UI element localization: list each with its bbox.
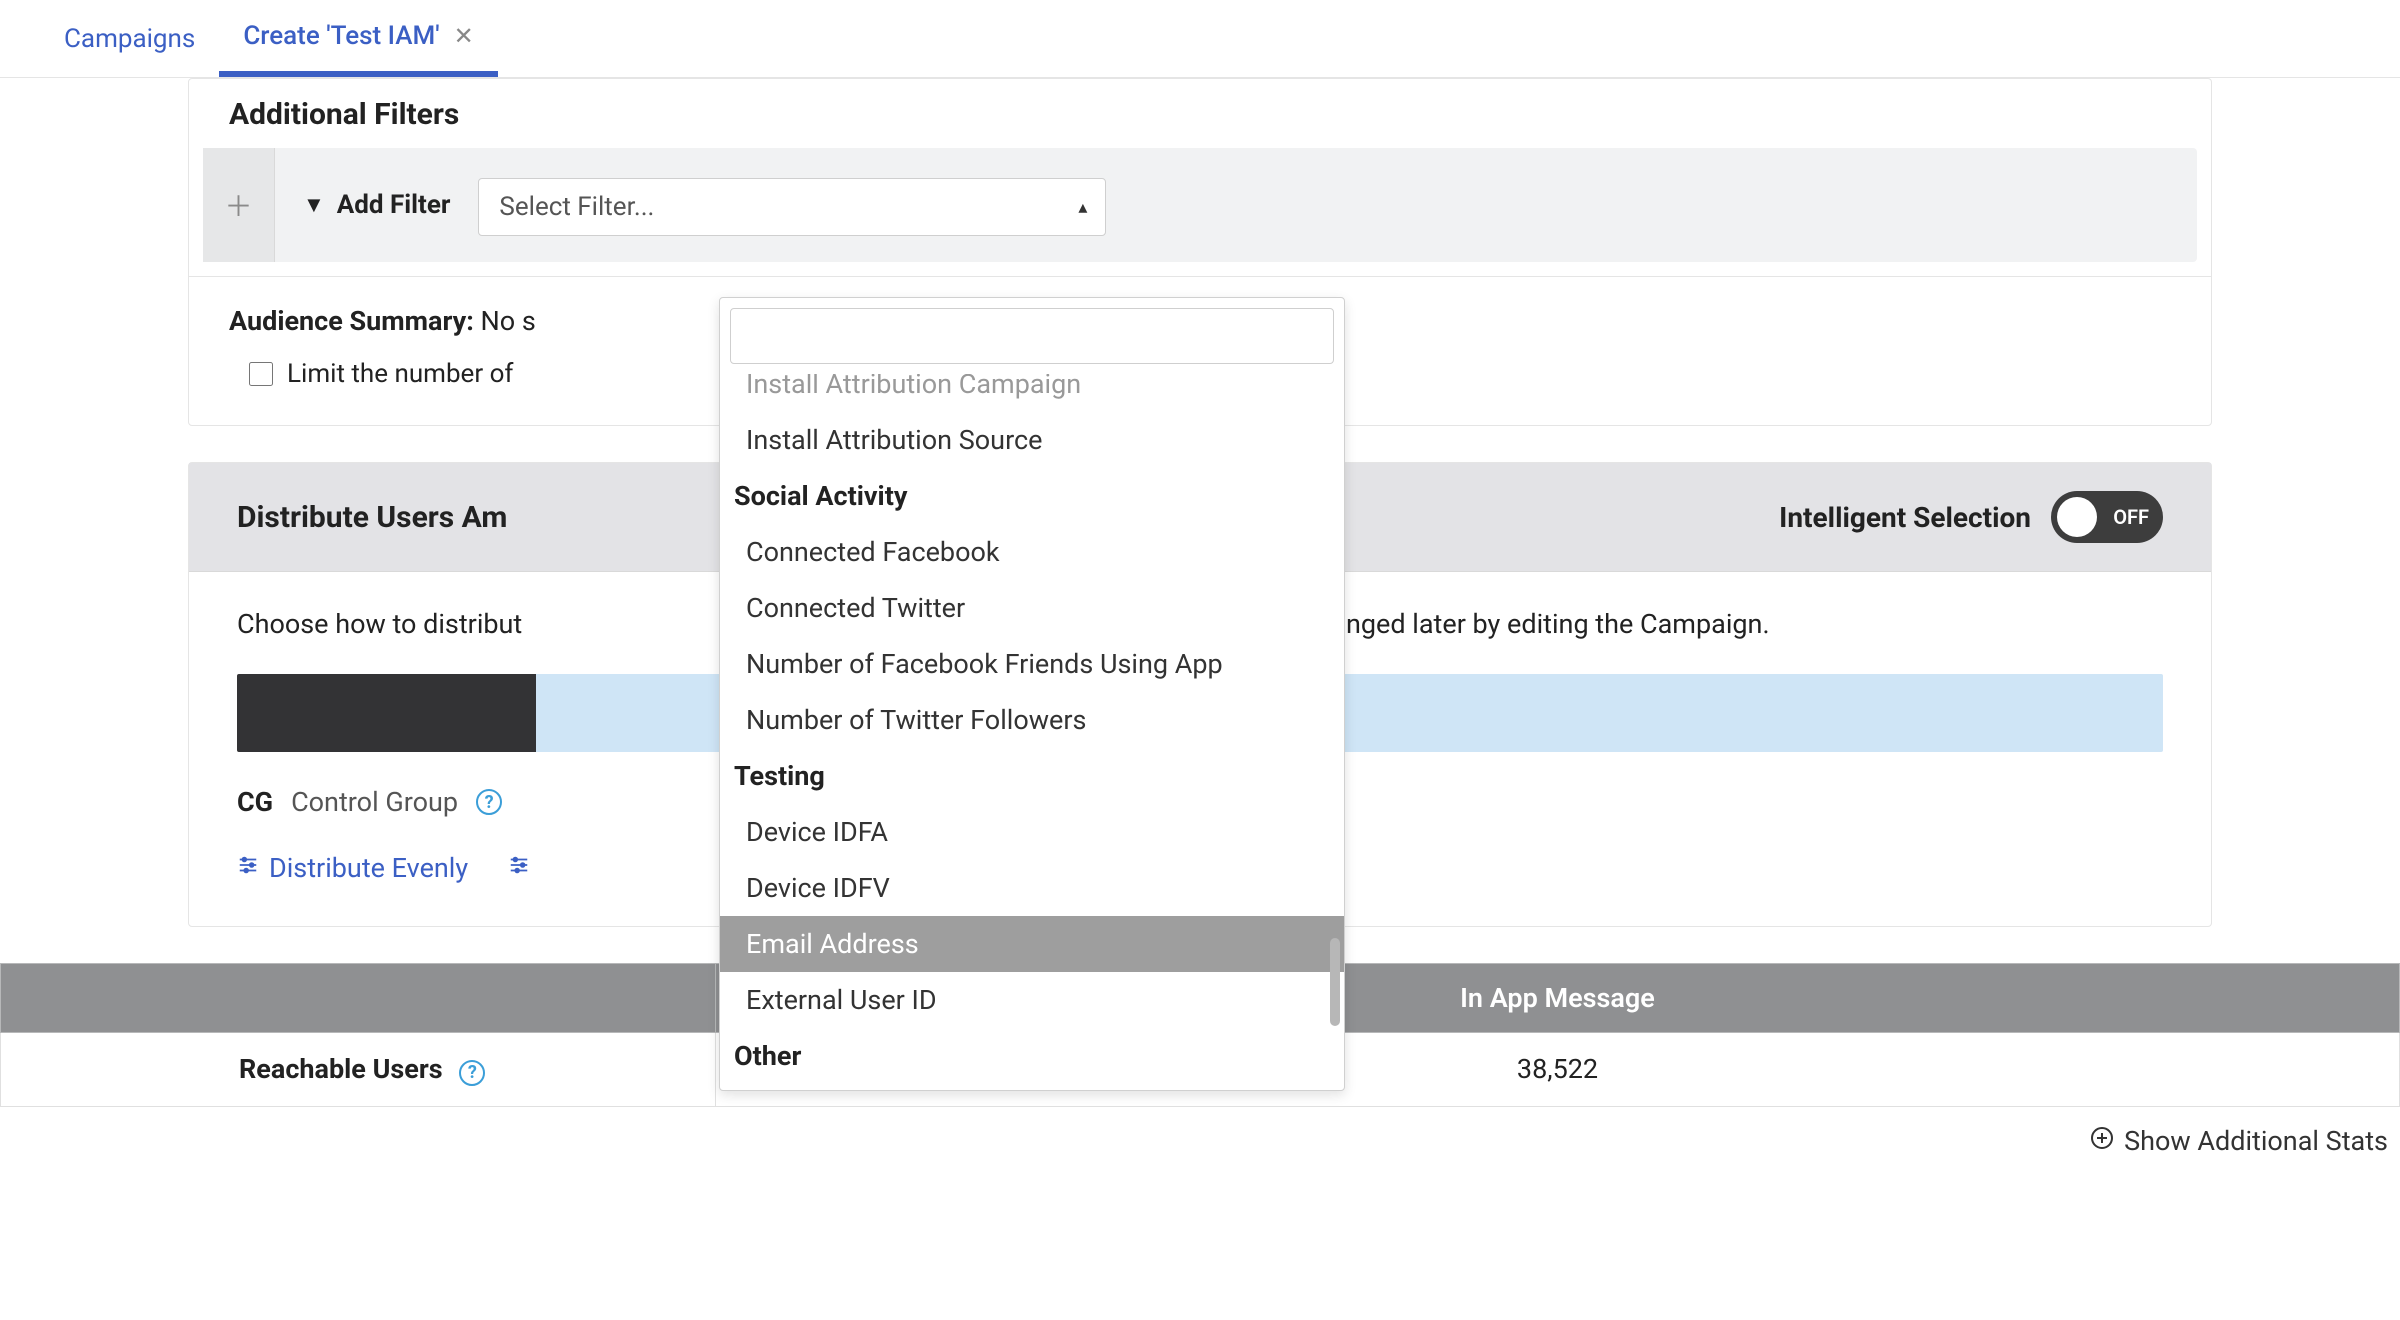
show-additional-stats-text: Show Additional Stats (2124, 1125, 2388, 1157)
dropdown-group-testing: Testing (720, 748, 1344, 804)
filters-card: Additional Filters ＋ ▼ Add Filter Select… (188, 78, 2212, 426)
add-filter-plus-button[interactable]: ＋ (203, 148, 275, 262)
help-icon[interactable]: ? (459, 1060, 485, 1086)
dropdown-group-other: Other (720, 1028, 1344, 1084)
filter-select[interactable]: Select Filter... ▴ (478, 178, 1106, 236)
limit-checkbox[interactable] (249, 362, 273, 386)
limit-label: Limit the number of (287, 359, 513, 389)
distribute-evenly-link[interactable]: Distribute Evenly (237, 852, 468, 884)
intelligent-selection-toggle[interactable]: OFF (2051, 491, 2163, 543)
dropdown-item-connected-facebook[interactable]: Connected Facebook (720, 524, 1344, 580)
filter-row: ＋ ▼ Add Filter Select Filter... ▴ (203, 148, 2197, 262)
toggle-knob (2057, 497, 2097, 537)
dropdown-item-connected-twitter[interactable]: Connected Twitter (720, 580, 1344, 636)
dropdown-group-social: Social Activity (720, 468, 1344, 524)
tab-create-iam[interactable]: Create 'Test IAM' ✕ (219, 0, 497, 77)
dropdown-item-install-attr-source[interactable]: Install Attribution Source (720, 412, 1344, 468)
tab-campaigns-label: Campaigns (64, 24, 195, 54)
intelligent-selection-wrap: Intelligent Selection OFF (1779, 491, 2163, 543)
distribute-second-link[interactable] (508, 852, 530, 884)
filters-title: Additional Filters (229, 97, 2211, 132)
toggle-state-text: OFF (2113, 505, 2149, 529)
tab-campaigns[interactable]: Campaigns (40, 0, 219, 77)
control-group-badge: CG (237, 786, 273, 818)
distribute-desc-left: Choose how to distribut (237, 608, 522, 640)
dropdown-item-email-address[interactable]: Email Address (720, 916, 1344, 972)
dropdown-item-device-idfv[interactable]: Device IDFV (720, 860, 1344, 916)
reachable-users-text: Reachable Users (239, 1053, 443, 1085)
dropdown-item-device-idfa[interactable]: Device IDFA (720, 804, 1344, 860)
tab-create-label: Create 'Test IAM' (243, 21, 439, 51)
filter-select-placeholder: Select Filter... (499, 192, 654, 222)
dropdown-scrollbar-thumb[interactable] (1330, 938, 1340, 1026)
chevron-up-icon: ▴ (1078, 197, 1087, 218)
dropdown-search-input[interactable] (730, 308, 1334, 364)
plus-icon: ＋ (224, 185, 252, 225)
stats-row-reachable-label: Reachable Users ? (1, 1033, 716, 1107)
bar-segment-control[interactable] (237, 674, 536, 752)
filter-icon: ▼ (303, 192, 325, 218)
dropdown-list[interactable]: Install Attribution Campaign Install Att… (720, 374, 1344, 1090)
dropdown-item-external-user-id[interactable]: External User ID (720, 972, 1344, 1028)
footer: Show Additional Stats (0, 1107, 2400, 1157)
tab-bar: Campaigns Create 'Test IAM' ✕ (0, 0, 2400, 78)
distribute-title: Distribute Users Am (237, 500, 507, 535)
help-icon[interactable]: ? (476, 789, 502, 815)
plus-circle-icon (2090, 1126, 2114, 1156)
distribute-desc-right: anged later by editing the Campaign. (1331, 608, 1769, 640)
add-filter-text: Add Filter (337, 190, 451, 220)
sliders-icon (508, 854, 530, 882)
dropdown-item-tw-followers[interactable]: Number of Twitter Followers (720, 692, 1344, 748)
sliders-icon (237, 854, 259, 882)
control-group-label: Control Group (291, 786, 458, 818)
stats-col-blank (1, 964, 716, 1033)
add-filter-label-wrap: ▼ Add Filter (275, 148, 478, 262)
show-additional-stats-link[interactable]: Show Additional Stats (2090, 1125, 2388, 1157)
distribute-evenly-text: Distribute Evenly (269, 852, 468, 884)
intelligent-selection-label: Intelligent Selection (1779, 501, 2031, 534)
audience-summary-label: Audience Summary: (229, 305, 474, 337)
audience-summary-value: No s (481, 305, 536, 337)
dropdown-item-fb-friends[interactable]: Number of Facebook Friends Using App (720, 636, 1344, 692)
dropdown-item-install-attr-campaign[interactable]: Install Attribution Campaign (720, 374, 1344, 412)
filter-dropdown: Install Attribution Campaign Install Att… (719, 297, 1345, 1091)
close-icon[interactable]: ✕ (454, 22, 474, 50)
